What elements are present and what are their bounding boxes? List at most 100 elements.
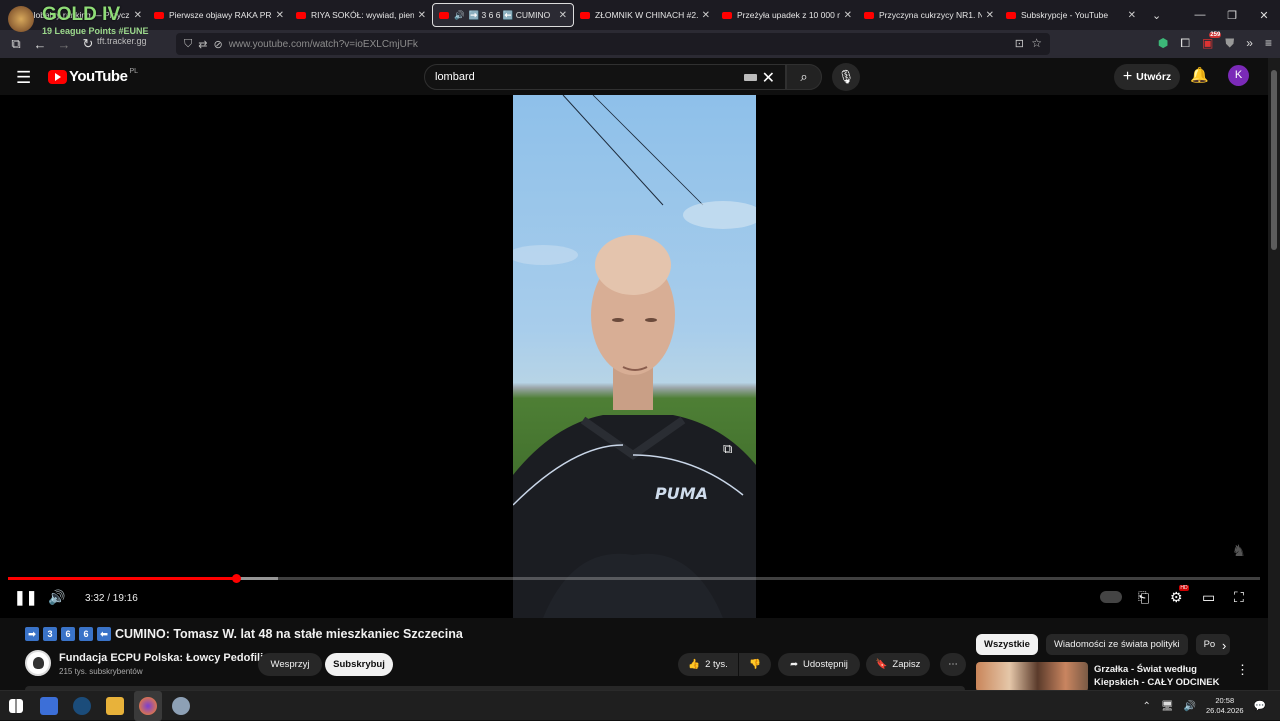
account-avatar[interactable]: K (1228, 65, 1249, 86)
rank-emblem-icon (8, 6, 34, 32)
network-icon[interactable]: 🖥 (1161, 701, 1174, 712)
steam-icon[interactable] (73, 697, 91, 715)
voice-search-button[interactable]: 🎙 (832, 63, 860, 91)
url-bar[interactable]: ⛉ ⇄ ⊘ www.youtube.com/watch?v=ioEXLCmjUF… (176, 33, 1050, 55)
reader-mode-icon[interactable]: ⊡ (1015, 37, 1024, 50)
youtube-favicon-icon (1006, 11, 1016, 19)
volume-icon[interactable]: 🔊 (48, 589, 65, 606)
extensions-icon[interactable]: ⧠ (1180, 36, 1190, 51)
youtube-play-logo-icon (48, 69, 67, 84)
browser-tab-active[interactable]: 🔊 ➡️ 3 6 6 ⬅️ CUMINO ✕ (432, 3, 574, 27)
tray-overflow-icon[interactable]: ⌃ (1142, 701, 1150, 712)
firefox-icon[interactable] (139, 697, 157, 715)
played-bar (8, 577, 236, 580)
channel-watermark-icon[interactable]: ♞ (1232, 541, 1246, 561)
scrubber-handle[interactable] (231, 574, 241, 583)
browser-tab[interactable]: Przeżyła upadek z 10 000 metrów ✕ (716, 3, 858, 27)
keyboard-icon[interactable] (744, 74, 757, 81)
vpn-extension-icon[interactable]: ⬢ (1158, 36, 1168, 51)
youtube-favicon-icon (296, 11, 306, 19)
browser-tab[interactable]: Przyczyna cukrzycy NR1. Nie ✕ (858, 3, 1000, 27)
scrollbar-thumb[interactable] (1271, 70, 1277, 250)
channel-name[interactable]: Fundacja ECPU Polska: Łowcy Pedofili (59, 652, 263, 664)
channel-avatar[interactable] (25, 650, 51, 676)
browser-tab[interactable]: Subskrypcje - YouTube ✕ (1000, 3, 1142, 27)
create-button[interactable]: + Utwórz (1114, 64, 1180, 90)
share-label: Udostępnij (803, 659, 848, 670)
restore-icon[interactable]: ❐ (1216, 9, 1248, 22)
speaker-icon[interactable]: 🔊 (1184, 701, 1196, 712)
chip-politics-news[interactable]: Wiadomości ze świata polityki (1045, 634, 1188, 655)
clock[interactable]: 20:58 26.04.2026 (1206, 696, 1244, 716)
extension-badge-icon[interactable]: ▣ 259 (1202, 32, 1222, 51)
theater-mode-icon[interactable]: ▭ (1202, 589, 1215, 606)
support-button[interactable]: Wesprzyj (258, 653, 322, 676)
minimize-icon[interactable]: — (1184, 9, 1216, 21)
tab-close-icon[interactable]: ✕ (1128, 10, 1136, 21)
video-player[interactable]: PUMA ⧉ ♞ ❚❚ 🔊 3:32 / 19:16 ⎗ ⚙ HD ▭ ⛶ (0, 95, 1268, 618)
tab-close-icon[interactable]: ✕ (418, 10, 426, 21)
country-code: PL (129, 68, 138, 75)
notifications-bell-icon[interactable]: 🔔 (1190, 66, 1209, 84)
close-window-icon[interactable]: ✕ (1248, 9, 1280, 22)
tab-close-icon[interactable]: ✕ (986, 10, 994, 21)
more-actions-button[interactable]: ⋯ (940, 653, 966, 676)
app-menu-icon[interactable]: ≡ (1265, 36, 1272, 51)
tab-close-icon[interactable]: ✕ (559, 10, 567, 21)
browser-tab[interactable]: RIYA SOKÓŁ: wywiad, pieniądze ✕ (290, 3, 432, 27)
shield-icon[interactable]: ⛉ (184, 38, 192, 51)
url-text[interactable]: www.youtube.com/watch?v=ioEXLCmjUFk (229, 39, 418, 50)
dislike-button[interactable]: 👎 (739, 653, 771, 676)
save-button[interactable]: 🔖 Zapisz (866, 653, 930, 676)
tab-close-icon[interactable]: ✕ (276, 10, 284, 21)
pause-icon[interactable]: ❚❚ (14, 589, 37, 606)
video-title: ➡ 3 6 6 ⬅ CUMINO: Tomasz W. lat 48 na st… (25, 627, 463, 641)
recommended-video-thumbnail[interactable] (976, 662, 1088, 692)
ublock-icon[interactable]: ⛊ (1225, 36, 1234, 51)
fullscreen-icon[interactable]: ⛶ (1234, 589, 1244, 606)
search-button[interactable]: ⌕ (786, 64, 822, 90)
tab-close-icon[interactable]: ✕ (844, 10, 852, 21)
tab-title: ➡️ 3 6 6 ⬅️ CUMINO (468, 9, 551, 20)
camera-blocked-icon[interactable]: ⊘ (213, 38, 222, 51)
chips-next-chevron-icon[interactable]: › (1222, 638, 1226, 653)
tab-list-chevron-icon[interactable]: ⌄ (1152, 9, 1161, 22)
share-button[interactable]: ➦ Udostępnij (778, 653, 860, 676)
support-label: Wesprzyj (270, 659, 310, 670)
tab-close-icon[interactable]: ✕ (702, 10, 710, 21)
clock-time: 20:58 (1215, 696, 1235, 705)
chip-all[interactable]: Wszystkie (976, 634, 1038, 655)
recommended-video-menu-icon[interactable]: ⋮ (1236, 662, 1249, 678)
autoplay-toggle[interactable] (1100, 591, 1122, 603)
menu-icon[interactable]: ☰ (16, 68, 31, 88)
subscribe-button[interactable]: Subskrybuj (325, 653, 393, 676)
page-scrollbar[interactable] (1268, 58, 1280, 690)
youtube-logo[interactable]: YouTube PL (48, 68, 138, 85)
speaker-icon[interactable]: 🔊 (454, 10, 465, 21)
search-input[interactable]: lombard ✕ (424, 64, 786, 90)
windows-start-icon[interactable] (9, 699, 23, 713)
settings-gear-icon[interactable]: ⚙ HD (1170, 585, 1189, 606)
app-icon[interactable] (40, 697, 58, 715)
windows-taskbar: ⌃ 🖥 🔊 20:58 26.04.2026 💬 (0, 690, 1280, 721)
clear-search-icon[interactable]: ✕ (762, 68, 775, 88)
browser-tab[interactable]: Pierwsze objawy RAKA PROSTATY ✕ (148, 3, 290, 27)
progress-bar[interactable] (8, 574, 1260, 583)
search-value[interactable]: lombard (435, 71, 475, 83)
notifications-icon[interactable]: 💬 (1254, 701, 1266, 712)
permissions-icon[interactable]: ⇄ (198, 38, 207, 51)
app-icon[interactable] (172, 697, 190, 715)
video-frame[interactable]: PUMA ⧉ (513, 95, 756, 618)
tab-title: Przyczyna cukrzycy NR1. Nie (879, 10, 982, 20)
pip-icon[interactable]: ⧉ (723, 441, 732, 457)
file-explorer-icon[interactable] (106, 697, 124, 715)
subtitles-icon[interactable]: ⎗ (1138, 589, 1149, 606)
thumbs-up-icon: 👍 (688, 659, 701, 670)
browser-tab[interactable]: ZŁOMNIK W CHINACH #2. LU ✕ (574, 3, 716, 27)
tab-title: Przeżyła upadek z 10 000 metrów (737, 10, 840, 20)
like-button[interactable]: 👍 2 tys. (678, 653, 738, 676)
video-image: PUMA (513, 95, 756, 618)
bookmark-star-icon[interactable]: ☆ (1031, 36, 1042, 50)
create-label: Utwórz (1136, 71, 1172, 83)
overflow-chevron-icon[interactable]: » (1246, 36, 1253, 51)
